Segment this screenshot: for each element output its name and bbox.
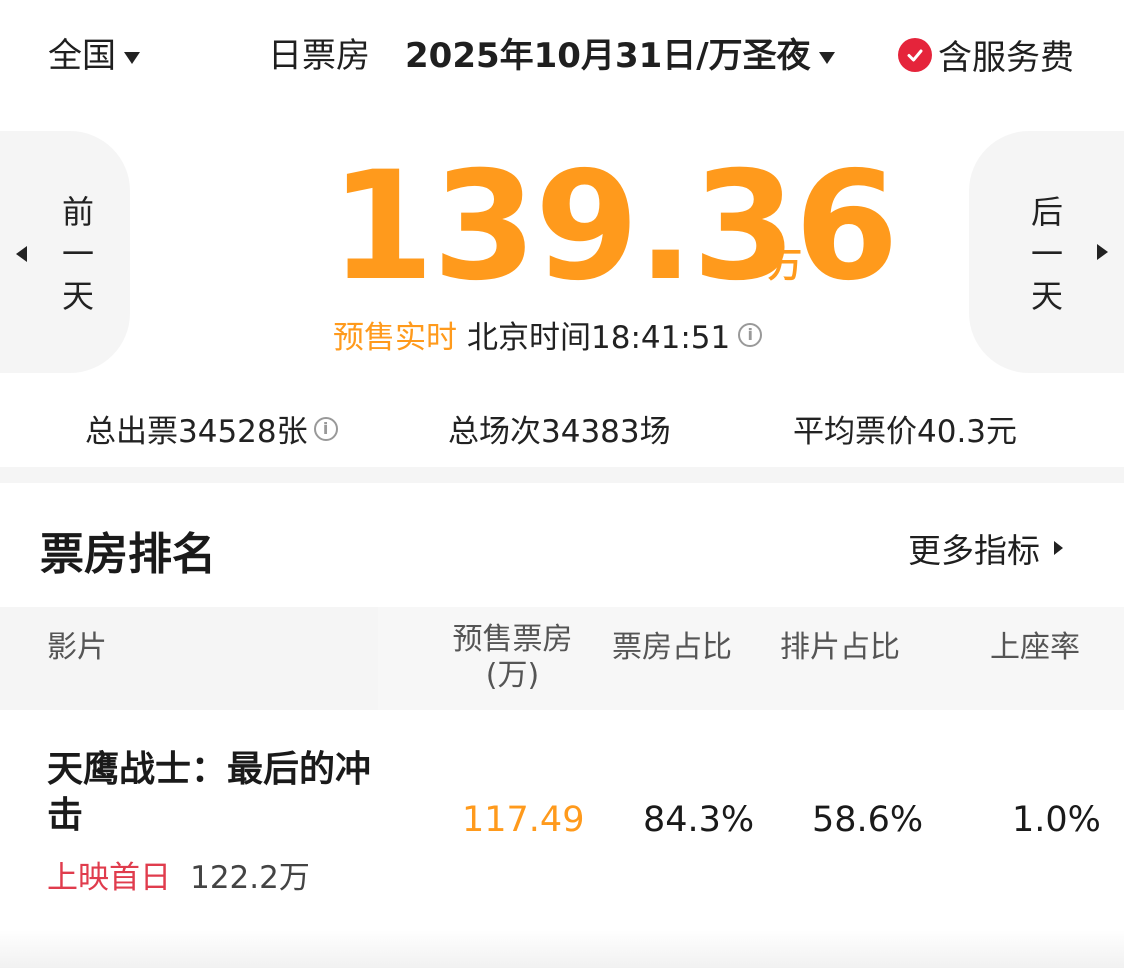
prev-char: 一 [61, 235, 94, 273]
movie-title: 天鹰战士：最后的冲击 [47, 749, 372, 836]
schedule-value: 58.6% [812, 800, 924, 840]
col-schedule[interactable]: 排片占比 [780, 622, 900, 666]
check-circle-icon [898, 37, 932, 72]
service-fee-label: 含服务费 [938, 38, 1074, 78]
more-metrics-link[interactable]: 更多指标 [908, 524, 1063, 572]
more-metrics-label: 更多指标 [908, 531, 1040, 570]
service-fee-toggle[interactable]: 含服务费 [898, 30, 1074, 79]
sessions-stat: 总场次34383场 [448, 414, 671, 450]
presale-label: 预售实时 [333, 320, 457, 356]
caret-down-icon [124, 51, 140, 64]
release-tag: 上映首日 [47, 860, 171, 896]
arrow-left-icon [16, 246, 27, 262]
presale-value: 117.49 [462, 800, 585, 840]
date-selector[interactable]: 2025年10月31日/万圣夜 [405, 28, 835, 77]
next-char: 一 [1030, 235, 1063, 273]
next-row-hint [0, 930, 1124, 968]
next-day-label: 后 一 天 [1027, 191, 1067, 317]
next-char: 天 [1030, 277, 1063, 315]
mode-label: 日票房 [268, 36, 370, 76]
region-selector[interactable]: 全国 [48, 28, 140, 77]
date-label: 2025年10月31日/万圣夜 [405, 36, 811, 76]
col-presale-line1: 预售票房 [452, 622, 573, 657]
col-share[interactable]: 票房占比 [612, 622, 732, 666]
chevron-right-icon [1054, 541, 1063, 555]
occupancy-value: 1.0% [1012, 800, 1101, 840]
col-presale[interactable]: 预售票房 (万) [445, 622, 580, 694]
info-icon[interactable]: i [313, 416, 338, 441]
box-office-total: 139.36 [330, 140, 899, 314]
prev-day-label: 前 一 天 [58, 191, 98, 317]
col-film: 影片 [47, 630, 107, 665]
col-presale-line2: (万) [485, 658, 540, 693]
prev-char: 天 [61, 277, 94, 315]
prev-char: 前 [61, 193, 94, 231]
avg-price-stat: 平均票价40.3元 [793, 414, 1018, 450]
caret-down-icon [818, 51, 835, 64]
movie-meta: 上映首日 122.2万 [47, 852, 310, 897]
info-icon[interactable]: i [738, 322, 763, 347]
beijing-time: 北京时间18:41:51 [467, 320, 731, 356]
section-title: 票房排名 [40, 529, 216, 580]
section-divider [0, 467, 1124, 483]
share-value: 84.3% [643, 800, 755, 840]
region-label: 全国 [48, 36, 116, 76]
next-char: 后 [1030, 193, 1063, 231]
movie-total: 122.2万 [190, 860, 310, 896]
box-office-unit: 万 [768, 246, 802, 286]
arrow-right-icon [1097, 244, 1108, 260]
realtime-line: 预售实时 北京时间18:41:51 i [333, 312, 763, 357]
tickets-text: 总出票34528张 [85, 414, 308, 450]
col-occupancy[interactable]: 上座率 [990, 622, 1080, 666]
tickets-stat: 总出票34528张 i [85, 406, 338, 451]
